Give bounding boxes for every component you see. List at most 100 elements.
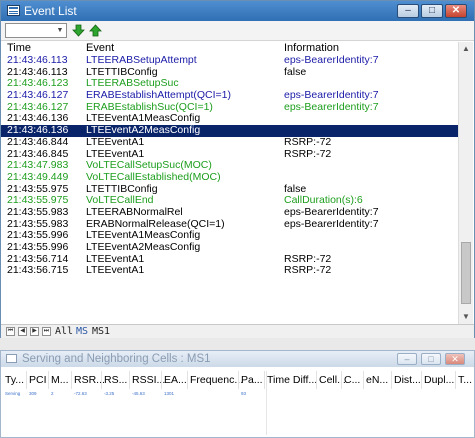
first-tab-icon[interactable]: ⏮ <box>6 327 15 336</box>
table-row[interactable]: 21:43:47.983 VoLTECallSetupSuc(MOC) <box>1 159 459 172</box>
cells-window: Serving and Neighboring Cells : MS1 – □ … <box>0 350 475 438</box>
column-separator[interactable] <box>455 371 456 389</box>
minimize-button[interactable]: – <box>397 4 419 18</box>
cell-event: LTEERABSetupAttempt <box>86 54 197 66</box>
tab-ms1[interactable]: MS1 <box>92 325 110 338</box>
column-separator[interactable] <box>391 371 392 389</box>
cell-info: eps-BearerIdentity:7 <box>284 217 379 230</box>
cell-info: eps-BearerIdentity:7 <box>284 100 379 113</box>
column-separator[interactable] <box>129 371 130 389</box>
table-row[interactable]: 21:43:55.996 LTEEventA1MeasConfig <box>1 230 459 242</box>
cell-info: RSRP:-72 <box>284 147 332 160</box>
column-separator[interactable] <box>71 371 72 389</box>
cells-column-header[interactable]: eN... <box>366 373 388 387</box>
column-separator[interactable] <box>341 371 342 389</box>
cell-event: LTEEventA1 <box>86 135 145 148</box>
maximize-button[interactable]: □ <box>421 4 443 18</box>
column-separator[interactable] <box>48 371 49 389</box>
tab-all[interactable]: All <box>55 325 73 338</box>
table-row[interactable]: 21:43:49.449 VoLTECallEstablished(MOC) <box>1 171 459 184</box>
event-table-scrollbar[interactable]: ▲ ▼ <box>458 42 473 324</box>
cells-cell: 2 <box>51 391 54 396</box>
cells-table-row[interactable]: Serving 309 2 -72.63 -3.25 -45.63 1301 93 <box>1 391 474 401</box>
column-separator[interactable] <box>187 371 188 389</box>
table-row[interactable]: 21:43:55.983 LTEERABNormalRel eps-BearerId… <box>1 205 459 219</box>
cells-column-header[interactable]: T... <box>458 373 472 387</box>
table-row[interactable]: 21:43:46.113 LTEERABSetupAttempt eps-Beare… <box>1 54 459 67</box>
sheet-tab-bar: ⏮ ◀ ▶ ⏭ All MS MS1 <box>1 324 474 338</box>
grid-app-icon <box>6 354 17 363</box>
cells-column-header[interactable]: RS... <box>104 373 127 387</box>
cells-column-header[interactable]: Ty... <box>5 373 24 387</box>
cells-column-header[interactable]: Dist... <box>394 373 421 387</box>
cells-column-header[interactable]: Pa... <box>241 373 263 387</box>
column-separator[interactable] <box>161 371 162 389</box>
cell-time: 21:43:56.715 <box>7 264 69 277</box>
table-row[interactable]: 21:43:46.136 LTEEventA1MeasConfig <box>1 113 459 125</box>
cell-time: 21:43:55.996 <box>7 241 69 253</box>
table-row[interactable]: 21:43:46.127 ERABEstablishSuc(QCI=1) eps-B… <box>1 100 459 114</box>
cells-cell: Serving <box>5 391 21 396</box>
list-app-icon <box>7 5 20 16</box>
table-row[interactable]: 21:43:46.127 ERABEstablishAttempt(QCI=1) e… <box>1 89 459 102</box>
cells-close-button[interactable]: ✕ <box>445 353 465 365</box>
cells-column-header[interactable]: EA... <box>164 373 187 387</box>
next-tab-icon[interactable]: ▶ <box>30 327 39 336</box>
event-list-window: Event List – □ ✕ ▼ Time Event Informatio… <box>0 0 475 338</box>
tab-ms[interactable]: MS <box>76 325 88 338</box>
scroll-down-icon[interactable]: ▼ <box>459 310 473 324</box>
cell-info: eps-BearerIdentity:7 <box>284 205 379 218</box>
table-row[interactable]: 21:43:55.975 LTETTIBConfig false <box>1 183 459 196</box>
green-down-arrow-icon[interactable] <box>72 24 85 37</box>
table-row[interactable]: 21:43:56.715 LTEEventA1 RSRP:-72 <box>1 265 459 277</box>
cell-event: ERABEstablishAttempt(QCI=1) <box>86 89 232 102</box>
close-button[interactable]: ✕ <box>445 4 467 18</box>
column-separator[interactable] <box>316 371 317 389</box>
table-row[interactable]: 21:43:46.136 LTEEventA2MeasConfig <box>1 124 459 137</box>
table-row[interactable]: 21:43:46.845 LTEEventA1 RSRP:-72 <box>1 147 459 161</box>
cells-title-bar[interactable]: Serving and Neighboring Cells : MS1 – □ … <box>1 351 474 367</box>
previous-tab-icon[interactable]: ◀ <box>18 327 27 336</box>
green-up-arrow-icon[interactable] <box>89 24 102 37</box>
table-row[interactable]: 21:43:46.113 LTETTIBConfig false <box>1 65 459 79</box>
cells-column-header[interactable]: C... <box>344 373 360 387</box>
column-separator[interactable] <box>101 371 102 389</box>
table-row[interactable]: 21:43:55.983 ERABNormalRelease(QCI=1) eps-… <box>1 217 459 231</box>
scroll-thumb[interactable] <box>461 242 471 304</box>
cells-cell: -3.25 <box>104 391 115 396</box>
cell-time: 21:43:55.983 <box>7 205 69 218</box>
table-row[interactable]: 21:43:56.714 LTEEventA1 RSRP:-72 <box>1 253 459 266</box>
table-row[interactable]: 21:43:55.975 VoLTECallEnd CallDuration(s):… <box>1 195 459 207</box>
cell-event: LTEEventA1 <box>86 264 145 277</box>
table-row[interactable]: 21:43:55.996 LTEEventA2MeasConfig <box>1 241 459 254</box>
workspace-gap <box>0 338 475 350</box>
cells-cell: 93 <box>241 391 247 396</box>
column-separator[interactable] <box>363 371 364 389</box>
filter-combobox[interactable]: ▼ <box>5 23 67 38</box>
last-tab-icon[interactable]: ⏭ <box>42 327 51 336</box>
cells-window-title: Serving and Neighboring Cells : MS1 <box>22 353 211 365</box>
column-divider <box>266 371 267 435</box>
cells-column-header[interactable]: Time Diff... <box>267 373 317 387</box>
cells-column-header[interactable]: Dupl... <box>424 373 454 387</box>
cells-column-header[interactable]: PCI <box>29 373 47 387</box>
cells-minimize-button[interactable]: – <box>397 353 417 365</box>
cells-table-header: Ty... PCI M... RSR... RS... RSSI... EA... Frequ… <box>1 369 474 391</box>
event-toolbar: ▼ <box>1 21 474 41</box>
column-separator[interactable] <box>26 371 27 389</box>
column-separator[interactable] <box>264 371 265 389</box>
cell-info: false <box>284 65 307 78</box>
cells-maximize-button[interactable]: □ <box>421 353 441 365</box>
event-list-title-bar[interactable]: Event List – □ ✕ <box>1 1 474 21</box>
scroll-up-icon[interactable]: ▲ <box>459 42 473 56</box>
cell-info: eps-BearerIdentity:7 <box>284 89 379 102</box>
column-separator[interactable] <box>238 371 239 389</box>
cell-time: 21:43:46.127 <box>7 89 69 102</box>
cell-time: 21:43:46.113 <box>7 54 68 66</box>
cells-column-header[interactable]: Frequenc... <box>190 373 243 387</box>
chevron-down-icon[interactable]: ▼ <box>55 24 65 37</box>
cells-column-header[interactable]: M... <box>51 373 69 387</box>
cells-cell: 1301 <box>164 391 175 396</box>
column-separator[interactable] <box>421 371 422 389</box>
table-row[interactable]: 21:43:46.844 LTEEventA1 RSRP:-72 <box>1 135 459 149</box>
